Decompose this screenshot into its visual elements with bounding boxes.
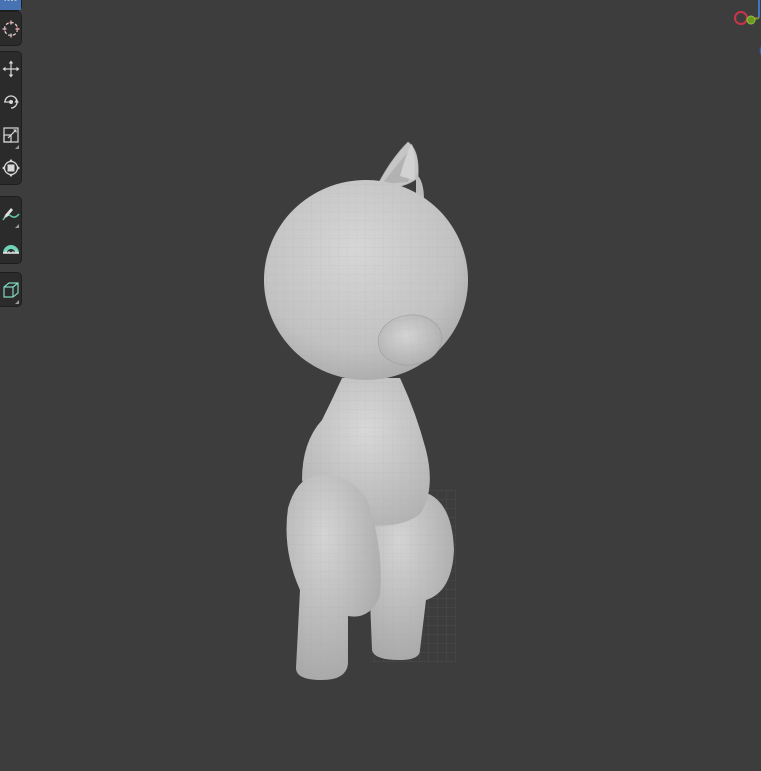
- add-cube-tool[interactable]: [0, 273, 21, 306]
- annotate-icon: [1, 205, 20, 223]
- move-tool[interactable]: [0, 52, 21, 85]
- gizmo-x-axis: [734, 11, 748, 25]
- transform-tool[interactable]: [0, 151, 21, 184]
- gizmo-y-axis: [746, 15, 756, 25]
- select-box-icon: [3, 0, 18, 1]
- toolbar-group-add: [0, 273, 21, 306]
- navigation-gizmo[interactable]: [711, 0, 761, 70]
- character-mesh[interactable]: [230, 130, 490, 694]
- measure-tool[interactable]: [0, 230, 21, 263]
- 3d-viewport[interactable]: [0, 0, 761, 771]
- submenu-indicator: [15, 145, 19, 149]
- transform-icon: [1, 158, 20, 177]
- cursor-tool[interactable]: [0, 12, 21, 45]
- annotate-tool[interactable]: [0, 197, 21, 230]
- scale-icon: [2, 126, 20, 144]
- rotate-tool[interactable]: [0, 85, 21, 118]
- toolbar-group-annotate: [0, 197, 21, 263]
- submenu-indicator: [15, 224, 19, 228]
- submenu-indicator: [15, 300, 19, 304]
- cursor-icon: [2, 20, 20, 38]
- toolbar-group-transform: [0, 52, 21, 184]
- add-cube-icon: [2, 281, 20, 299]
- left-leg: [286, 475, 381, 680]
- scale-tool[interactable]: [0, 118, 21, 151]
- toolbar-group-cursor: [0, 12, 21, 45]
- rotate-icon: [2, 93, 20, 111]
- select-box-tool[interactable]: [0, 0, 21, 10]
- measure-icon: [2, 238, 20, 256]
- toolbar-group-select: [0, 0, 21, 10]
- move-icon: [2, 60, 20, 78]
